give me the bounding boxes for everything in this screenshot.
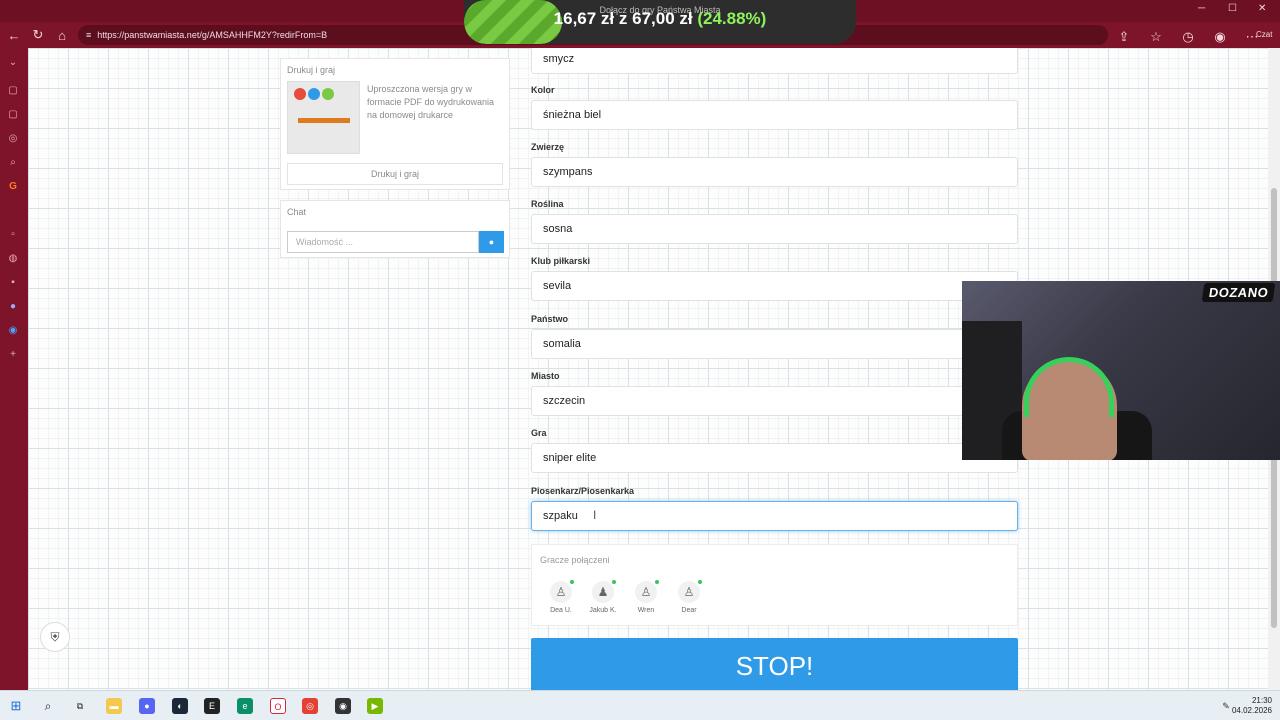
user-icon: ♟ [592, 580, 616, 603]
system-clock[interactable]: 21:30 04.02.2026 [1232, 696, 1272, 716]
history-icon[interactable]: ◷ [1176, 25, 1200, 49]
field-label-gra: Gra [531, 428, 547, 438]
player[interactable]: ♙ Dea U. [545, 580, 577, 614]
discord-icon[interactable]: ● [139, 698, 155, 714]
task-view-icon[interactable]: ⧉ [72, 698, 88, 714]
online-dot [698, 580, 702, 584]
field-klub[interactable]: sevila [531, 271, 1018, 301]
tab-icon[interactable]: ◎ [6, 132, 20, 146]
field-piosenkarz[interactable]: szpaku [531, 501, 1018, 531]
home-icon[interactable]: ⌂ [50, 23, 74, 47]
player-name: Jakub K. [589, 607, 617, 614]
field-label-piosenkarz: Piosenkarz/Piosenkarka [531, 486, 635, 496]
online-dot [612, 580, 616, 584]
user-icon: ♙ [678, 580, 702, 603]
share-icon[interactable]: ⇪ [1112, 25, 1136, 49]
text-cursor-icon: I [593, 508, 597, 522]
minimize-icon[interactable]: ─ [1198, 3, 1205, 14]
back-icon[interactable]: ← [2, 23, 26, 47]
player[interactable]: ♙ Dear [673, 580, 705, 614]
print-panel-title: Drukuj i graj [287, 65, 336, 75]
online-dot [570, 580, 574, 584]
field-zwierze[interactable]: szympans [531, 157, 1018, 187]
obs-icon[interactable]: ◉ [335, 698, 351, 714]
player[interactable]: ♟ Jakub K. [587, 580, 619, 614]
print-and-play-button[interactable]: Drukuj i graj [287, 163, 503, 185]
field-kolor[interactable]: śnieżna biel [531, 100, 1018, 130]
player[interactable]: ♙ Wren [630, 580, 662, 614]
search-icon[interactable]: ⌕ [40, 698, 56, 714]
field-previous[interactable]: smycz [531, 48, 1018, 74]
field-label-roslina: Roślina [531, 199, 564, 209]
opera-icon[interactable]: O [270, 698, 286, 714]
donation-goal-overlay: Dołącz do gry Państwa Miasta 16,67 zł z … [464, 0, 856, 44]
reload-icon[interactable]: ↻ [26, 23, 50, 47]
chat-message-input[interactable]: Wiadomość ... [287, 231, 479, 253]
online-dot [655, 580, 659, 584]
shield-icon[interactable]: ⛨ [40, 622, 70, 652]
field-label-klub: Klub piłkarski [531, 256, 591, 266]
edge-icon[interactable]: e [237, 698, 253, 714]
user-icon: ♙ [550, 580, 574, 603]
search-icon[interactable]: ⌕ [6, 156, 20, 170]
tab-icon[interactable]: ◍ [6, 252, 20, 266]
stream-logo: DOZANO [1201, 283, 1276, 302]
add-tab-icon[interactable]: + [6, 348, 20, 362]
print-description: Uproszczona wersja gry w formacie PDF do… [367, 84, 495, 120]
tab-icon[interactable]: ▫ [6, 228, 20, 242]
windows-start-icon[interactable]: ⊞ [8, 698, 24, 714]
field-label-miasto: Miasto [531, 371, 560, 381]
user-icon: ♙ [635, 580, 659, 603]
discord-icon[interactable]: ● [6, 300, 20, 314]
field-label-kolor: Kolor [531, 85, 555, 95]
player-name: Dear [681, 607, 697, 614]
field-label-zwierze: Zwierzę [531, 142, 565, 152]
tab-icon[interactable]: ▢ [6, 84, 20, 98]
profile-icon[interactable]: ◉ [1208, 25, 1232, 49]
url-text: https://panstwamiasta.net/g/AMSAHHFM2Y?r… [97, 30, 328, 40]
player-name: Dea U. [550, 607, 572, 614]
field-gra[interactable]: sniper elite [531, 443, 1018, 473]
print-thumbnail [287, 81, 360, 154]
field-miasto[interactable]: szczecin [531, 386, 1018, 416]
print-panel: Drukuj i graj Uproszczona wersja gry w f… [280, 58, 510, 190]
file-explorer-icon[interactable]: ▬ [106, 698, 122, 714]
browser-sidebar: ⌄ ▢ ▢ ◎ ⌕ G ▫ ◍ ▪ ● ◉ + [0, 48, 28, 690]
chat-bubble-icon: ● [488, 237, 495, 247]
field-roslina[interactable]: sosna [531, 214, 1018, 244]
donation-amount: 16,67 zł z 67,00 zł (24.88%) [553, 9, 767, 28]
g-tab-icon[interactable]: G [6, 180, 20, 194]
windows-taskbar: ⊞ ⌕ ⧉ ▬ ● ◐ E e O ◎ ◉ ▶ ✎ 21:30 04.02.20… [0, 690, 1280, 720]
chat-send-button[interactable]: ● [479, 231, 504, 253]
stop-button[interactable]: STOP! [531, 638, 1018, 690]
connected-players-panel: Gracze połączeni ♙ Dea U. ♟ Jakub K. ♙ W… [531, 544, 1018, 626]
tab-icon[interactable]: ▪ [6, 276, 20, 290]
field-label-panstwo: Państwo [531, 314, 569, 324]
chevron-down-icon[interactable]: ⌄ [6, 56, 20, 70]
chat-label[interactable]: Czat [1256, 30, 1272, 39]
steam-icon[interactable]: ◐ [172, 698, 188, 714]
close-icon[interactable]: ✕ [1258, 3, 1266, 14]
chat-panel: Chat Wiadomość ... ● [280, 200, 510, 258]
maximize-icon[interactable]: ☐ [1228, 3, 1237, 14]
chrome-icon[interactable]: ◎ [302, 698, 318, 714]
nvidia-icon[interactable]: ▶ [367, 698, 383, 714]
players-title: Gracze połączeni [540, 555, 610, 565]
webcam-overlay: DOZANO [962, 281, 1280, 460]
site-settings-icon[interactable]: ≡ [86, 30, 91, 40]
active-tab-icon[interactable]: ◉ [6, 324, 20, 338]
headset-icon [1024, 357, 1114, 417]
epic-games-icon[interactable]: E [204, 698, 220, 714]
favorites-icon[interactable]: ☆ [1144, 25, 1168, 49]
tab-icon[interactable]: ▢ [6, 108, 20, 122]
field-panstwo[interactable]: somalia [531, 329, 1018, 359]
chat-panel-title: Chat [287, 207, 307, 217]
player-name: Wren [637, 607, 655, 614]
